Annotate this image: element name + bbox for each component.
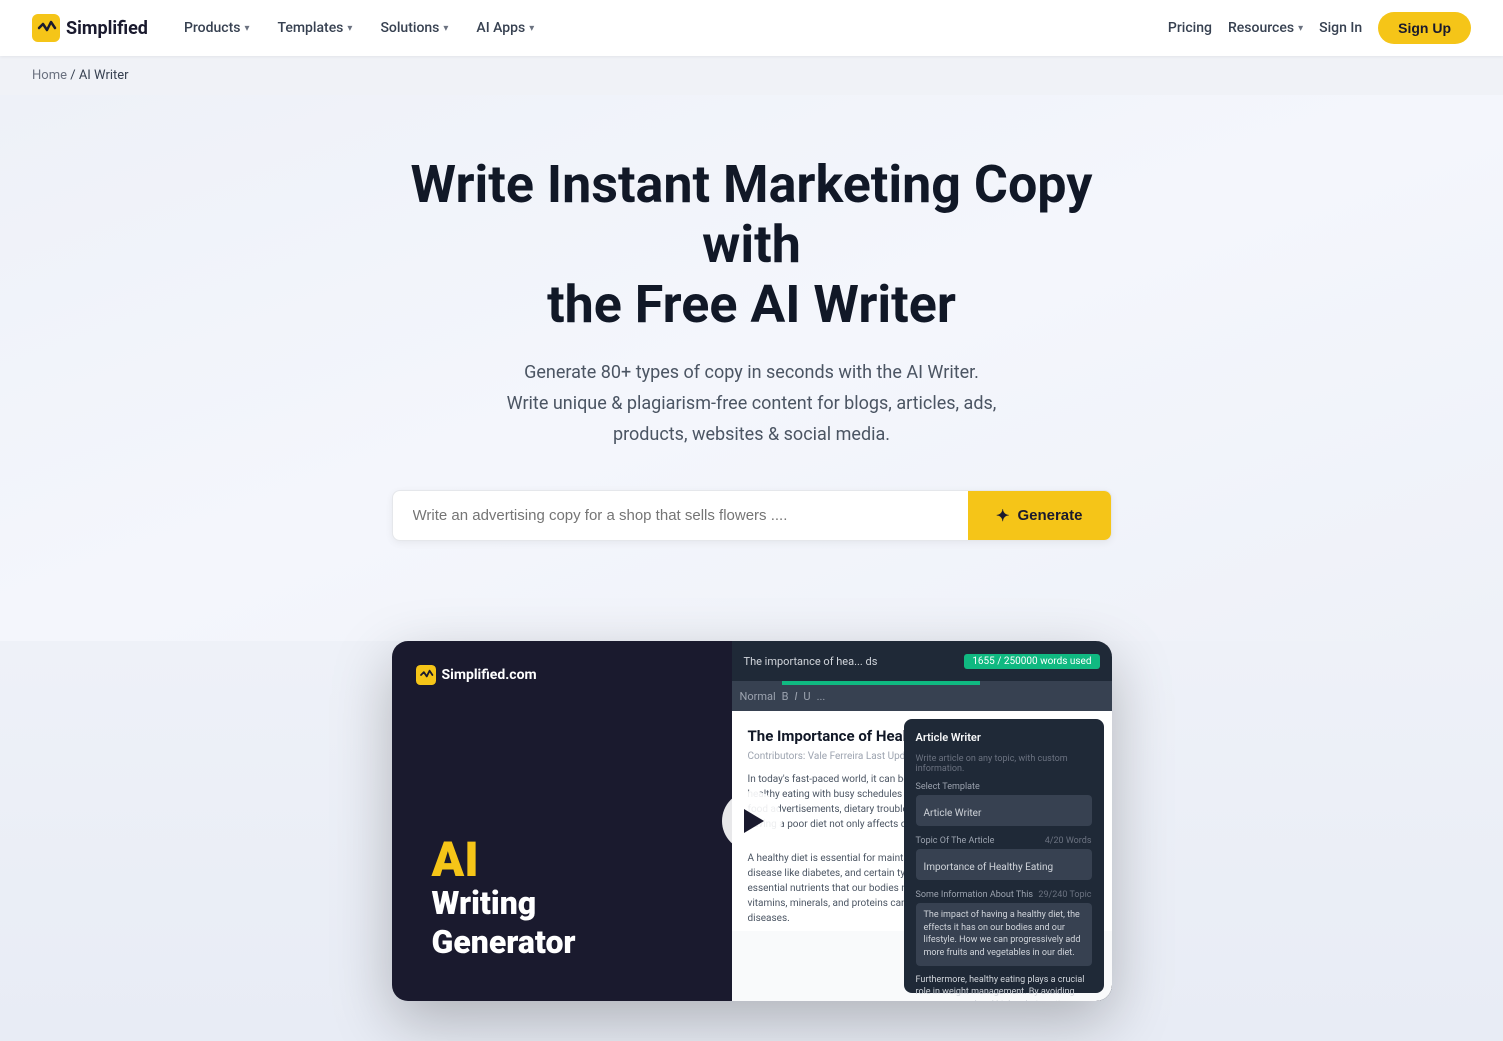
video-title-ai: AI WritingGenerator: [432, 836, 722, 961]
breadcrumb-separator: /: [70, 68, 79, 83]
editor-toolbar: Normal B I U ...: [732, 681, 1112, 711]
nav-signup-button[interactable]: Sign Up: [1378, 12, 1471, 44]
panel-topic-label: Topic Of The Article: [916, 836, 995, 846]
nav-pricing[interactable]: Pricing: [1168, 20, 1212, 36]
templates-chevron-icon: ▾: [347, 23, 352, 34]
solutions-chevron-icon: ▾: [443, 23, 448, 34]
play-button[interactable]: [722, 791, 782, 851]
panel-select-label: Select Template: [916, 782, 1092, 792]
editor-wordcount: 1655 / 250000 words used: [964, 654, 1099, 669]
panel-output: Furthermore, healthy eating plays a cruc…: [916, 974, 1092, 1002]
search-bar: ✦ Generate: [392, 490, 1112, 541]
nav-right: Pricing Resources ▾ Sign In Sign Up: [1168, 12, 1471, 44]
video-section: Simplified.com AI WritingGenerator The i…: [0, 641, 1503, 1041]
logo[interactable]: Simplified: [32, 14, 148, 42]
editor-mockup: The importance of hea... ds 1655 / 25000…: [732, 641, 1112, 1001]
toolbar-italic[interactable]: I: [795, 690, 798, 703]
panel-topic-input[interactable]: Importance of Healthy Eating: [916, 849, 1092, 880]
hero-title: Write Instant Marketing Copy with the Fr…: [377, 155, 1127, 334]
toolbar-underline[interactable]: U: [803, 690, 810, 703]
hero-subtitle: Generate 80+ types of copy in seconds wi…: [442, 358, 1062, 450]
hero-section: Write Instant Marketing Copy with the Fr…: [0, 95, 1503, 641]
panel-subtitle: Write article on any topic, with custom …: [916, 754, 1092, 774]
video-logo: Simplified.com: [416, 665, 537, 685]
editor-topbar: The importance of hea... ds 1655 / 25000…: [732, 641, 1112, 681]
panel-info-counter: 29/240 Topic: [1038, 890, 1091, 903]
breadcrumb-home[interactable]: Home: [32, 68, 67, 83]
panel-selected-option: Article Writer: [924, 808, 982, 819]
nav-templates[interactable]: Templates ▾: [265, 12, 364, 44]
nav-links: Products ▾ Templates ▾ Solutions ▾ AI Ap…: [172, 12, 1168, 44]
panel-topic-value: Importance of Healthy Eating: [924, 862, 1054, 873]
panel-title: Article Writer: [916, 731, 1092, 744]
panel-info-label: Some Information About This: [916, 890, 1034, 900]
generate-icon: ✦: [996, 506, 1009, 526]
nav-products[interactable]: Products ▾: [172, 12, 262, 44]
logo-text: Simplified: [66, 18, 148, 39]
progress-bar: [782, 681, 1112, 685]
panel-topic-counter: 4/20 Words: [1045, 836, 1092, 849]
editor-body: The Importance of Healthy Eating Contrib…: [732, 711, 1112, 1001]
breadcrumb: Home / AI Writer: [0, 56, 1503, 95]
products-chevron-icon: ▾: [244, 23, 249, 34]
video-left-panel: Simplified.com AI WritingGenerator: [392, 641, 762, 1001]
nav-solutions[interactable]: Solutions ▾: [368, 12, 460, 44]
panel-topic-row: Topic Of The Article 4/20 Words: [916, 836, 1092, 849]
video-container: Simplified.com AI WritingGenerator The i…: [392, 641, 1112, 1001]
search-input[interactable]: [393, 491, 969, 540]
editor-filename: The importance of hea... ds: [744, 655, 957, 668]
generate-button[interactable]: ✦ Generate: [968, 491, 1110, 540]
resources-chevron-icon: ▾: [1298, 23, 1303, 34]
video-logo-icon: [416, 665, 436, 685]
panel-template-select[interactable]: Article Writer: [916, 795, 1092, 826]
nav-resources[interactable]: Resources ▾: [1228, 20, 1303, 36]
toolbar-more[interactable]: ...: [817, 690, 826, 703]
side-panel: Article Writer Write article on any topi…: [904, 719, 1104, 993]
navbar: Simplified Products ▾ Templates ▾ Soluti…: [0, 0, 1503, 56]
logo-icon: [32, 14, 60, 42]
toolbar-bold[interactable]: B: [782, 690, 789, 703]
panel-info-area[interactable]: The impact of having a healthy diet, the…: [916, 903, 1092, 965]
ai-apps-chevron-icon: ▾: [529, 23, 534, 34]
play-icon: [744, 809, 764, 833]
panel-info-row: Some Information About This 29/240 Topic: [916, 890, 1092, 903]
nav-ai-apps[interactable]: AI Apps ▾: [464, 12, 546, 44]
nav-signin[interactable]: Sign In: [1319, 20, 1362, 36]
toolbar-format[interactable]: Normal: [740, 690, 776, 703]
breadcrumb-current: AI Writer: [79, 68, 129, 83]
